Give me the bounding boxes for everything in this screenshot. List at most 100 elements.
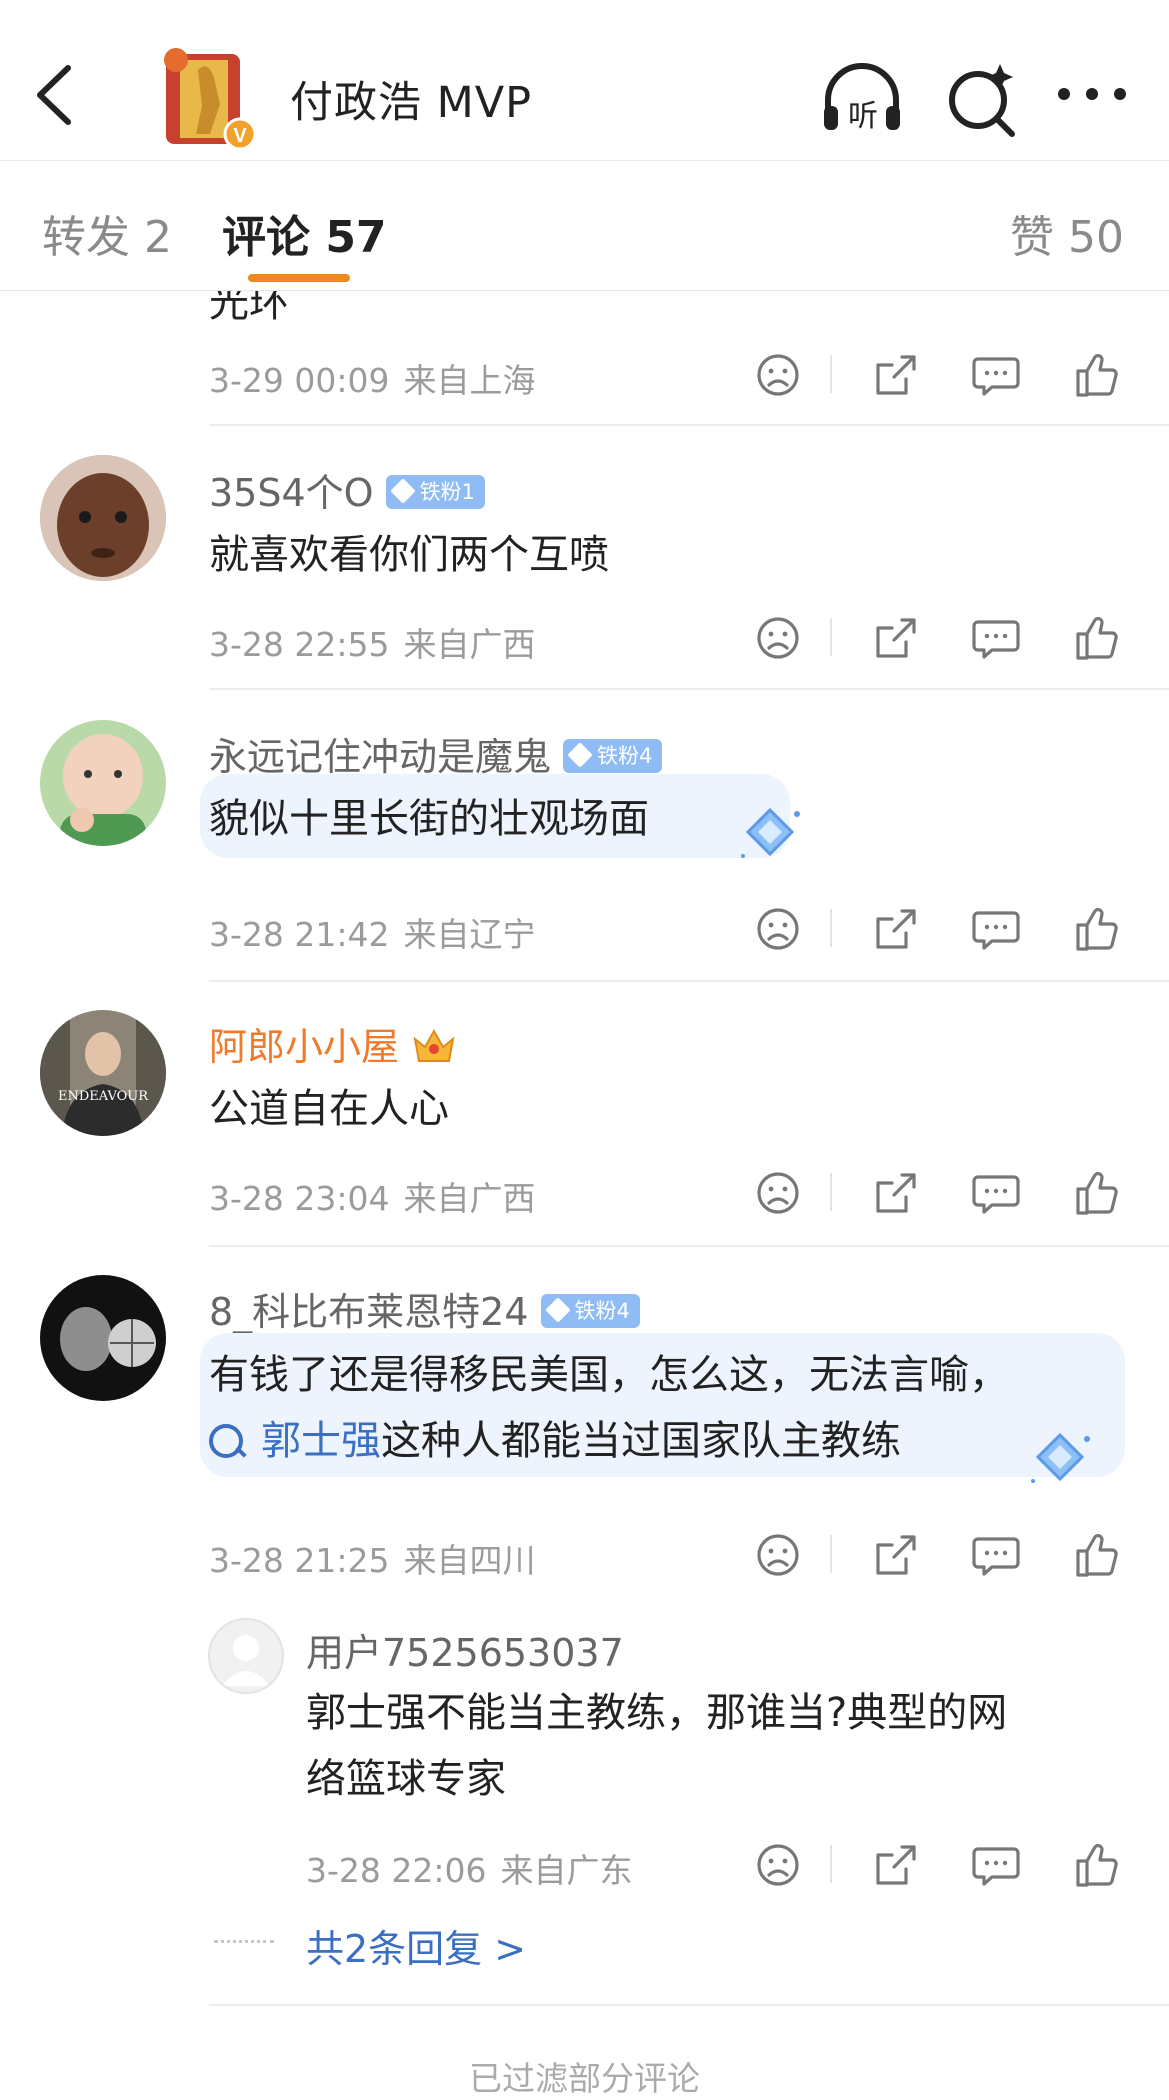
tab-reposts[interactable]: 转发 2 xyxy=(42,201,172,265)
fan-badge-label: 铁粉4 xyxy=(574,1298,630,1323)
dislike-face-icon[interactable] xyxy=(748,1835,808,1895)
comment-time: 3-28 21:42 xyxy=(209,915,390,954)
comment-time: 3-28 22:55 xyxy=(209,625,390,664)
user-avatar[interactable] xyxy=(40,455,166,581)
user-avatar[interactable] xyxy=(40,1275,166,1401)
diamond-icon xyxy=(544,1296,571,1323)
topic-link-text[interactable]: 郭士强 xyxy=(261,1418,381,1464)
reply-dotted-line xyxy=(214,1940,274,1947)
reply-actions xyxy=(740,1835,1130,1895)
baby-face-avatar-icon xyxy=(40,455,166,581)
comment-location: 来自上海 xyxy=(403,361,536,400)
reply-comment-icon[interactable] xyxy=(966,1525,1026,1585)
action-separator xyxy=(830,1173,832,1211)
user-avatar[interactable]: ENDEAVOUR xyxy=(40,1010,166,1136)
fan-badge: 铁粉1 xyxy=(385,474,485,509)
dislike-face-icon[interactable] xyxy=(748,1163,808,1223)
comment-actions xyxy=(740,1525,1130,1585)
comment-text: 貌似十里长街的壮观场面 xyxy=(209,796,649,842)
listen-headphone-icon[interactable]: 听 xyxy=(820,58,904,142)
like-thumb-icon[interactable] xyxy=(1066,1525,1126,1585)
default-user-avatar-icon xyxy=(222,1635,270,1686)
comment-meta: 3-28 21:42 来自辽宁 xyxy=(209,908,536,956)
share-icon[interactable] xyxy=(866,345,926,405)
reply-meta: 3-28 22:06 来自广东 xyxy=(306,1844,633,1892)
username-text[interactable]: 永远记住冲动是魔鬼 xyxy=(209,735,551,779)
share-icon[interactable] xyxy=(866,1163,926,1223)
comment-meta: 3-28 21:25 来自四川 xyxy=(209,1534,536,1582)
action-separator xyxy=(830,355,832,393)
reply-comment-icon[interactable] xyxy=(966,1835,1026,1895)
action-separator xyxy=(830,1535,832,1573)
share-icon[interactable] xyxy=(866,608,926,668)
diamond-sparkle-icon xyxy=(1031,1432,1090,1483)
comment-meta: 3-29 00:09 来自上海 xyxy=(209,354,536,402)
reply-username[interactable]: 用户7525653037 xyxy=(306,1622,624,1677)
account-avatar[interactable]: V xyxy=(158,46,258,151)
comment-time: 3-28 21:25 xyxy=(209,1541,390,1580)
reply-comment-icon[interactable] xyxy=(966,1163,1026,1223)
back-arrow-icon[interactable] xyxy=(30,60,80,130)
share-icon[interactable] xyxy=(866,1525,926,1585)
comment-username[interactable]: 阿郎小小屋 xyxy=(209,1016,457,1071)
dislike-face-icon[interactable] xyxy=(748,345,808,405)
diamond-icon xyxy=(389,477,416,504)
listen-label: 听 xyxy=(848,99,878,134)
comment-location: 来自广西 xyxy=(403,1179,536,1218)
comment-time: 3-28 23:04 xyxy=(209,1179,390,1218)
user-avatar[interactable] xyxy=(40,720,166,846)
share-icon[interactable] xyxy=(866,1835,926,1895)
action-separator xyxy=(830,1845,832,1883)
reply-text-line1: 郭士强不能当主教练，那谁当?典型的网 xyxy=(306,1690,1008,1736)
action-separator xyxy=(830,909,832,947)
like-thumb-icon[interactable] xyxy=(1066,899,1126,959)
share-icon[interactable] xyxy=(866,899,926,959)
tab-comments[interactable]: 评论 57 xyxy=(222,201,387,265)
comment-username[interactable]: 永远记住冲动是魔鬼 铁粉4 xyxy=(209,726,663,781)
topic-link[interactable]: 郭士强 xyxy=(209,1418,381,1464)
svg-text:V: V xyxy=(233,125,247,147)
comment-actions xyxy=(740,608,1130,668)
comment-divider xyxy=(209,2004,1169,2006)
fan-badge-label: 铁粉1 xyxy=(419,479,475,504)
tab-likes[interactable]: 赞 50 xyxy=(1010,201,1124,265)
like-thumb-icon[interactable] xyxy=(1066,608,1126,668)
username-text[interactable]: 阿郎小小屋 xyxy=(209,1025,399,1069)
reply-text-line2: 络篮球专家 xyxy=(306,1756,506,1802)
comment-username[interactable]: 8_科比布莱恩特24 铁粉4 xyxy=(209,1281,640,1336)
dislike-face-icon[interactable] xyxy=(748,608,808,668)
filtered-comments-note: 已过滤部分评论 xyxy=(469,2059,700,2098)
dislike-face-icon[interactable] xyxy=(748,899,808,959)
player-basketball-avatar-icon xyxy=(40,1275,166,1401)
username-text[interactable]: 35S4个O xyxy=(209,471,374,515)
fan-badge: 铁粉4 xyxy=(540,1293,640,1328)
comment-location: 来自四川 xyxy=(403,1541,536,1580)
reply-comment-icon[interactable] xyxy=(966,345,1026,405)
tab-bar: 转发 2 评论 57 赞 50 xyxy=(0,161,1169,291)
reply-user-avatar[interactable] xyxy=(208,1618,284,1694)
like-thumb-icon[interactable] xyxy=(1066,345,1126,405)
reply-comment-icon[interactable] xyxy=(966,899,1026,959)
comment-actions xyxy=(740,345,1130,405)
comment-text: 就喜欢看你们两个互喷 xyxy=(209,532,609,578)
comment-divider xyxy=(209,424,1169,426)
page-title: 付政浩 MVP xyxy=(290,78,533,128)
reply-comment-icon[interactable] xyxy=(966,608,1026,668)
fan-badge: 铁粉4 xyxy=(563,738,663,773)
active-tab-indicator xyxy=(248,274,350,282)
comment-username[interactable]: 35S4个O 铁粉1 xyxy=(209,462,485,517)
username-text[interactable]: 8_科比布莱恩特24 xyxy=(209,1290,529,1334)
comment-text-line2: 郭士强这种人都能当过国家队主教练 xyxy=(209,1408,901,1474)
top-bar: V 付政浩 MVP 听 xyxy=(0,0,1169,161)
like-thumb-icon[interactable] xyxy=(1066,1835,1126,1895)
more-dots-icon[interactable] xyxy=(1050,58,1134,142)
reply-location: 来自广东 xyxy=(500,1851,633,1890)
man-suit-avatar-icon: ENDEAVOUR xyxy=(40,1010,166,1136)
diamond-icon xyxy=(567,741,593,768)
comment-text-line1: 有钱了还是得移民美国，怎么这，无法言喻， xyxy=(209,1352,1009,1398)
like-thumb-icon[interactable] xyxy=(1066,1163,1126,1223)
more-replies-link[interactable]: 共2条回复 > xyxy=(306,1918,526,1973)
avatar-caption: ENDEAVOUR xyxy=(58,1089,149,1104)
search-sparkle-icon[interactable] xyxy=(940,58,1024,142)
dislike-face-icon[interactable] xyxy=(748,1525,808,1585)
